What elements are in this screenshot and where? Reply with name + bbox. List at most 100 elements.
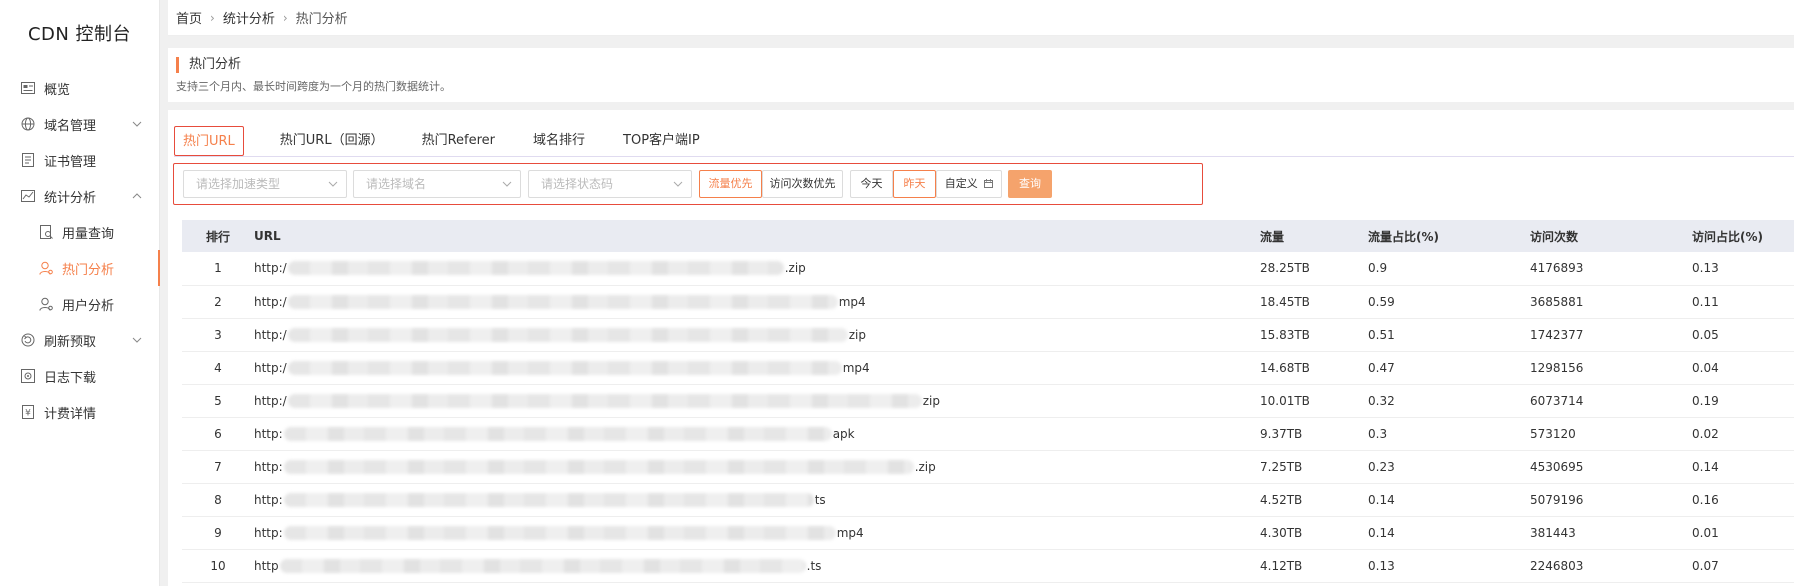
table-row: 5 http:/ zip 10.01TB 0.32 6073714 0.19: [182, 384, 1794, 418]
url-link[interactable]: http:/ mp4: [254, 294, 1260, 309]
tab-hot-url-origin[interactable]: 热门URL（回源）: [278, 126, 386, 156]
sidebar-item-overview[interactable]: 概览: [0, 70, 159, 106]
chevron-up-icon: [131, 190, 143, 202]
breadcrumb-current: 热门分析: [295, 12, 348, 27]
page-title: 热门分析: [176, 57, 241, 73]
chevron-down-icon: [502, 181, 512, 187]
page-description: 支持三个月内、最长时间跨度为一个月的热门数据统计。: [176, 80, 451, 93]
url-prefix: http:/: [254, 327, 287, 342]
sidebar-item-domain[interactable]: 域名管理: [0, 106, 159, 142]
sidebar-item-usage[interactable]: 用量查询: [0, 214, 159, 250]
url-link[interactable]: http: mp4: [254, 525, 1260, 540]
sidebar-item-refresh[interactable]: 刷新预取: [0, 322, 159, 358]
url-suffix: mp4: [836, 525, 864, 540]
calendar-icon: [984, 179, 994, 188]
custom-date-button[interactable]: 自定义: [936, 170, 1002, 198]
url-suffix: ts: [814, 492, 826, 507]
chevron-down-icon: [131, 334, 143, 346]
flow-ratio-cell: 0.13: [1368, 549, 1530, 583]
url-link[interactable]: http: apk: [254, 426, 1260, 441]
url-link[interactable]: http: .zip: [254, 459, 1260, 474]
sidebar-item-statistics[interactable]: 统计分析: [0, 178, 159, 214]
table-body: 1 http:/.zip 28.25TB 0.9 4176893 0.13 2 http:/m…: [182, 252, 1794, 583]
table-row: 3 http:/ zip 15.83TB 0.51 1742377 0.05: [182, 318, 1794, 352]
breadcrumb: 首页 › 统计分析 › 热门分析: [168, 0, 1794, 36]
sidebar-item-label: 域名管理: [44, 118, 97, 134]
visits-cell: 381443: [1530, 516, 1692, 550]
rank-cell: 2: [182, 285, 254, 319]
flow-ratio-cell: 0.23: [1368, 450, 1530, 484]
sidebar: CDN 控制台 概览 域名管理 证书管理 统计分析 用量查询 热门分析 用户分析…: [0, 0, 160, 586]
url-link[interactable]: http:/ mp4: [254, 360, 1260, 375]
main-content: 首页 › 统计分析 › 热门分析 热门分析 支持三个月内、最长时间跨度为一个月的…: [168, 0, 1794, 586]
refresh-icon: [20, 332, 36, 348]
visit-ratio-cell: 0.04: [1692, 351, 1794, 385]
custom-date-label: 自定义: [944, 177, 978, 190]
url-link[interactable]: http:/ .zip: [254, 261, 1260, 276]
url-cell: http: mp4: [254, 516, 1260, 550]
certificate-icon: [20, 152, 36, 168]
redacted-url-mask: [287, 327, 848, 342]
sort-by-flow-button[interactable]: 流量优先: [699, 170, 762, 198]
visits-cell: 573120: [1530, 417, 1692, 451]
sidebar-item-billing[interactable]: ¥ 计费详情: [0, 394, 159, 430]
sidebar-item-label: 概览: [44, 82, 71, 98]
url-link[interactable]: http .ts: [254, 558, 1260, 573]
col-url-header: URL: [254, 229, 281, 243]
flow-ratio-cell: 0.3: [1368, 417, 1530, 451]
url-suffix: .ts: [806, 558, 822, 573]
accel-type-placeholder: 请选择加速类型: [196, 177, 281, 191]
redacted-url-mask: [283, 525, 836, 540]
filter-bar: 请选择加速类型 请选择域名 请选择状态码 流量优先 访问次数优先 今天 昨天 自…: [173, 163, 1203, 205]
svg-text:¥: ¥: [25, 409, 31, 419]
tab-domain-ranking[interactable]: 域名排行: [531, 126, 587, 156]
url-link[interactable]: http: ts: [254, 492, 1260, 507]
hot-url-table: 排行 URL 流量 流量占比(%) 访问次数 访问占比(%) 1 http:/.z…: [182, 220, 1794, 583]
console-brand: CDN 控制台: [27, 24, 132, 45]
breadcrumb-section[interactable]: 统计分析: [223, 8, 275, 27]
domain-select[interactable]: 请选择域名: [353, 170, 521, 198]
sidebar-item-log[interactable]: 日志下载: [0, 358, 159, 394]
chevron-down-icon: [328, 181, 338, 187]
sort-by-visits-button[interactable]: 访问次数优先: [762, 170, 843, 198]
flow-cell: 4.12TB: [1260, 549, 1368, 583]
tab-hot-referer[interactable]: 热门Referer: [420, 126, 497, 156]
flow-ratio-cell: 0.59: [1368, 285, 1530, 319]
col-rank-header: 排行: [205, 229, 230, 244]
url-prefix: http:: [254, 426, 283, 441]
tab-hot-url[interactable]: 热门URL: [174, 126, 244, 156]
url-cell: http:/ zip: [254, 384, 1260, 418]
query-button[interactable]: 查询: [1008, 170, 1052, 198]
url-cell: http:/ zip: [254, 318, 1260, 352]
tab-bar: 热门URL 热门URL（回源） 热门Referer 域名排行 TOP客户端IP: [174, 120, 736, 156]
accel-type-select[interactable]: 请选择加速类型: [183, 170, 347, 198]
sidebar-item-user-analysis[interactable]: 用户分析: [0, 286, 159, 322]
flow-cell: 4.52TB: [1260, 483, 1368, 517]
redacted-url-mask: [283, 426, 832, 441]
flow-ratio-cell: 0.14: [1368, 483, 1530, 517]
rank-cell: 5: [182, 384, 254, 418]
yesterday-button[interactable]: 昨天: [893, 170, 936, 198]
flow-cell: 15.83TB: [1260, 318, 1368, 352]
breadcrumb-home[interactable]: 首页: [176, 8, 202, 27]
flow-cell: 7.25TB: [1260, 450, 1368, 484]
sidebar-item-label: 证书管理: [44, 154, 97, 170]
url-link[interactable]: http:/ zip: [254, 327, 1260, 342]
sidebar-item-label: 用量查询: [62, 226, 115, 242]
redacted-url-mask: [287, 393, 922, 408]
status-code-select[interactable]: 请选择状态码: [528, 170, 692, 198]
redacted-url-mask: [287, 360, 842, 375]
sidebar-item-hot-analysis[interactable]: 热门分析: [0, 250, 160, 286]
url-cell: http: apk: [254, 417, 1260, 451]
today-button[interactable]: 今天: [850, 170, 893, 198]
tab-top-client-ip[interactable]: TOP客户端IP: [621, 126, 702, 156]
flow-ratio-cell: 0.47: [1368, 351, 1530, 385]
url-prefix: http:: [254, 525, 283, 540]
url-prefix: http:/: [254, 393, 287, 408]
url-cell: http:/ mp4: [254, 285, 1260, 319]
url-suffix: mp4: [838, 294, 866, 309]
sidebar-item-certificate[interactable]: 证书管理: [0, 142, 159, 178]
url-suffix: apk: [832, 426, 855, 441]
url-link[interactable]: http:/ zip: [254, 393, 1260, 408]
redacted-url-mask: [279, 558, 806, 573]
